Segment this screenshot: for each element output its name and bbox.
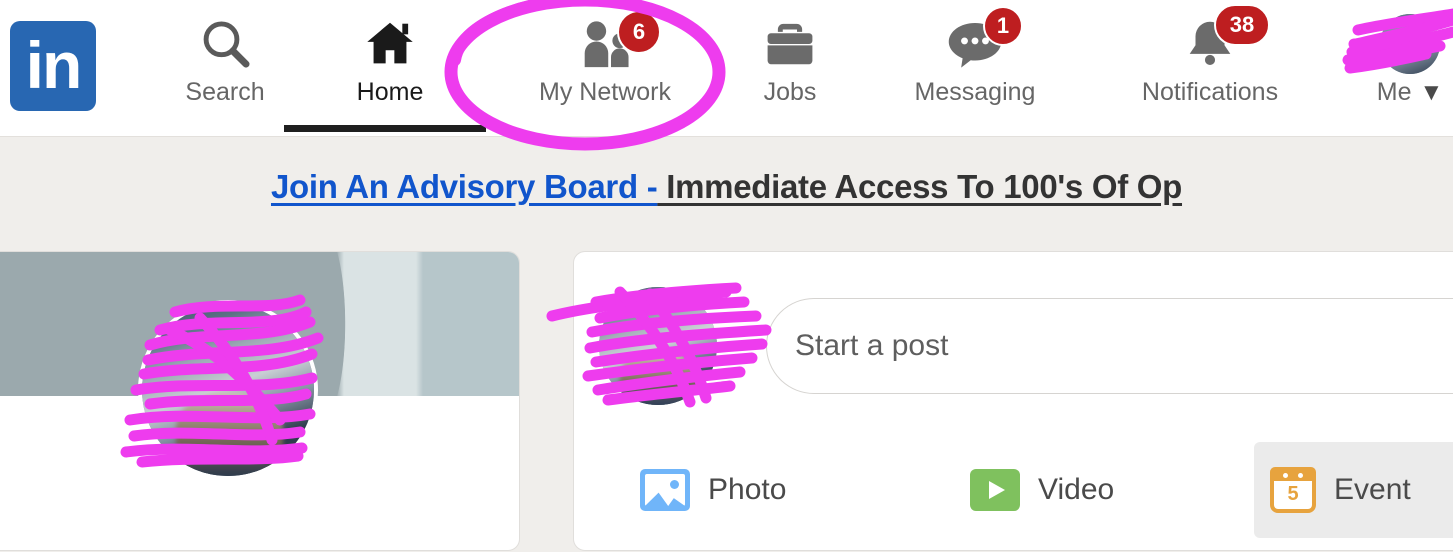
home-icon [354,8,426,80]
nav-item-me[interactable]: Me ▼ [1330,0,1453,137]
avatar-icon [1374,8,1446,80]
add-photo-button[interactable]: Photo [624,442,802,538]
nav-label-my-network: My Network [539,78,671,106]
active-tab-indicator [284,125,486,132]
promo-banner[interactable]: Join An Advisory Board - Immediate Acces… [0,137,1453,237]
nav-items-container: Search Home 6 My Network Jobs 1 Messagin… [120,0,1453,137]
profile-avatar-image [142,304,314,476]
nav-item-notifications[interactable]: 38 Notifications [1090,0,1330,137]
profile-avatar[interactable] [138,300,318,480]
badge-messaging: 1 [983,6,1023,46]
nav-item-jobs[interactable]: Jobs [720,0,860,137]
photo-icon [640,469,690,511]
promo-banner-rest: Immediate Access To 100's Of Op [657,168,1183,205]
nav-item-my-network[interactable]: 6 My Network [490,0,720,137]
people-icon: 6 [569,8,661,80]
profile-card[interactable] [0,251,520,551]
nav-item-messaging[interactable]: 1 Messaging [860,0,1090,137]
briefcase-icon [754,8,826,80]
post-composer-card: Start a post Photo Video 5 Event [573,251,1453,551]
composer-top-row: Start a post [574,252,1453,412]
search-icon [189,8,261,80]
start-a-post-placeholder: Start a post [795,329,949,362]
calendar-icon: 5 [1270,467,1316,513]
promo-banner-link[interactable]: Join An Advisory Board - [271,168,658,205]
nav-label-messaging: Messaging [914,78,1036,106]
promo-banner-text: Join An Advisory Board - Immediate Acces… [271,168,1182,206]
composer-avatar[interactable] [599,287,717,405]
add-event-label: Event [1334,473,1411,506]
nav-label-search: Search [185,78,265,106]
start-a-post-input[interactable]: Start a post [766,298,1453,394]
composer-avatar-image [599,287,717,405]
add-video-button[interactable]: Video [954,442,1130,538]
bell-icon: 38 [1174,4,1270,80]
nav-label-notifications: Notifications [1141,78,1279,106]
add-video-label: Video [1038,473,1115,506]
add-event-button[interactable]: 5 Event [1254,442,1453,538]
badge-notifications: 38 [1214,4,1270,46]
badge-my-network: 6 [617,10,661,54]
calendar-day-number: 5 [1287,483,1299,505]
top-navigation-bar: in Search Home 6 My Network Jobs 1 Messa… [0,0,1453,137]
composer-action-row: Photo Video 5 Event [574,442,1453,552]
video-icon [970,469,1020,511]
add-photo-label: Photo [708,473,787,506]
nav-label-jobs: Jobs [763,78,817,106]
nav-item-search[interactable]: Search [155,0,295,137]
linkedin-logo[interactable]: in [10,21,96,111]
chevron-down-icon[interactable]: ▼ [1419,80,1443,105]
nav-label-home: Home [356,78,424,106]
logo-text: in [25,28,83,102]
nav-label-me: Me [1376,78,1412,106]
chat-bubble-icon: 1 [939,6,1023,80]
nav-item-home[interactable]: Home [320,0,460,137]
